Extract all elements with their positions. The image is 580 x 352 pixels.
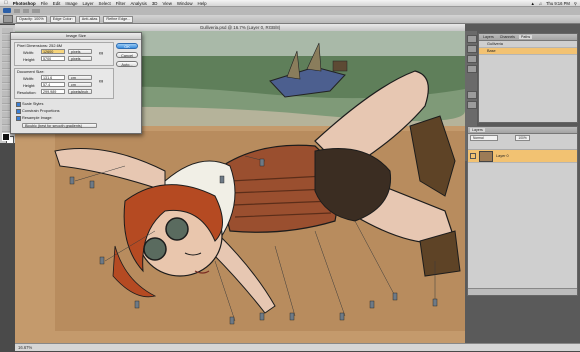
doc-width-input[interactable]: 131.6: [41, 75, 65, 80]
menu-analysis[interactable]: Analysis: [131, 1, 147, 6]
scale-styles-checkbox[interactable]: [16, 102, 21, 107]
menu-filter[interactable]: Filter: [116, 1, 126, 6]
menu-select[interactable]: Select: [99, 1, 111, 6]
status-bar: 16.67%: [15, 343, 580, 351]
actions-panel-icon[interactable]: [467, 45, 477, 53]
image-size-dialog: Image Size Pixel Dimensions: 252.6M Widt…: [10, 32, 142, 134]
resolution-label: Resolution:: [17, 90, 37, 95]
height-pixels-input[interactable]: 5700: [41, 56, 65, 61]
width-pixels-input[interactable]: 12600: [41, 49, 65, 54]
menu-layer[interactable]: Layer: [83, 1, 94, 6]
tab-layers-top[interactable]: Layers: [481, 35, 496, 39]
visibility-eye-icon[interactable]: [470, 153, 476, 159]
scale-styles-label: Scale Styles: [22, 101, 44, 106]
layer-name[interactable]: Layer 0: [496, 150, 509, 162]
chain-link-icon: ∞: [99, 51, 104, 57]
menu-edit[interactable]: Edit: [53, 1, 61, 6]
menu-3d[interactable]: 3D: [152, 1, 158, 6]
tool-preset-icon[interactable]: [3, 15, 13, 23]
opacity-field[interactable]: Opacity: 100%: [16, 15, 47, 23]
layers-panel: Layers Normal 100% Layer 0: [467, 126, 578, 296]
refine-edge-button[interactable]: Refine Edge...: [103, 15, 134, 23]
top-panel-tabs: Layers Channels Paths: [479, 34, 577, 41]
doc-height-label: Height:: [23, 83, 36, 88]
bridge-icon[interactable]: [14, 9, 20, 13]
doc-height-input[interactable]: 57.4: [41, 82, 65, 87]
height-unit-select[interactable]: pixels: [68, 56, 92, 61]
doc-width-label: Width:: [23, 76, 35, 81]
pixel-dimensions-group: Pixel Dimensions: 252.6M Width: 12600 pi…: [14, 42, 114, 66]
lock-controls: [468, 142, 577, 150]
resample-image-label: Resample Image:: [22, 115, 53, 120]
list-item-gulliveria[interactable]: Gulliveria: [479, 41, 577, 48]
cancel-button[interactable]: Cancel: [116, 52, 138, 58]
foreground-color-swatch[interactable]: [2, 133, 10, 141]
menu-extras: ▲ ♫ Thu 9:16 PM ⚲: [531, 0, 577, 7]
resample-method-select[interactable]: Bicubic (best for smooth gradients): [22, 123, 97, 128]
doc-height-unit-select[interactable]: cm: [68, 82, 92, 87]
layers-panel-tabs: Layers: [468, 127, 577, 134]
zoom-percentage[interactable]: 16.67%: [18, 345, 32, 350]
view-extras-icon[interactable]: [23, 9, 29, 13]
constrain-proportions-label: Constrain Proportions: [22, 108, 60, 113]
paragraph-panel-icon[interactable]: [467, 101, 477, 109]
brushes-panel-icon[interactable]: [467, 55, 477, 63]
list-item-base[interactable]: Base: [479, 48, 577, 55]
layers-controls: Normal 100%: [468, 134, 577, 142]
tab-layers[interactable]: Layers: [470, 128, 485, 132]
menu-window[interactable]: Window: [177, 1, 193, 6]
doc-width-unit-select[interactable]: cm: [68, 75, 92, 80]
layer-row[interactable]: Layer 0: [468, 150, 577, 163]
constrain-proportions-checkbox[interactable]: [16, 109, 21, 114]
spotlight-icon[interactable]: ⚲: [574, 1, 577, 6]
layer-opacity-field[interactable]: 100%: [515, 135, 530, 141]
document-size-label: Document Size:: [17, 69, 45, 74]
top-panel: Layers Channels Paths Gulliveria Base: [478, 33, 578, 123]
volume-icon[interactable]: ♫: [539, 1, 542, 6]
resolution-unit-select[interactable]: pixels/inch: [68, 89, 92, 94]
wifi-icon[interactable]: ▲: [531, 1, 535, 6]
edge-color-field[interactable]: Edge Color:: [49, 15, 76, 23]
layers-footer: [468, 288, 577, 295]
tab-paths[interactable]: Paths: [518, 35, 533, 39]
auto-button[interactable]: Auto...: [116, 61, 138, 67]
pixel-dimensions-label: Pixel Dimensions: 252.6M: [17, 43, 62, 48]
resolution-input[interactable]: 299.989: [41, 89, 65, 94]
height-label: Height:: [23, 57, 36, 62]
menu-clock[interactable]: Thu 9:16 PM: [546, 1, 570, 6]
ps-logo-icon: [3, 8, 11, 13]
menu-view[interactable]: View: [162, 1, 171, 6]
menu-photoshop[interactable]: Photoshop: [13, 1, 36, 6]
anti-alias-checkbox[interactable]: Anti-alias: [78, 15, 101, 23]
character-panel-icon[interactable]: [467, 91, 477, 99]
doc-chain-link-icon: ∞: [99, 79, 104, 85]
history-panel-icon[interactable]: [467, 35, 477, 43]
document-size-group: Document Size: Width: 131.6 cm Height: 5…: [14, 68, 114, 99]
dialog-title: Image Size: [11, 33, 141, 40]
tab-channels[interactable]: Channels: [498, 35, 517, 39]
apple-menu-icon[interactable]: : [4, 0, 8, 6]
ok-button[interactable]: OK: [116, 43, 138, 49]
menu-file[interactable]: File: [41, 1, 48, 6]
menu-image[interactable]: Image: [65, 1, 77, 6]
menu-bar:  Photoshop File Edit Image Layer Select…: [0, 0, 580, 7]
options-bar: Opacity: 100% Edge Color: Anti-alias Ref…: [0, 15, 580, 24]
clone-source-panel-icon[interactable]: [467, 65, 477, 73]
menu-help[interactable]: Help: [198, 1, 207, 6]
resample-image-checkbox[interactable]: [16, 116, 21, 121]
width-unit-select[interactable]: pixels: [68, 49, 92, 54]
layer-thumbnail: [479, 150, 493, 162]
width-label: Width:: [23, 50, 35, 55]
zoom-level-dropdown[interactable]: [32, 9, 40, 13]
blend-mode-select[interactable]: Normal: [470, 135, 498, 141]
